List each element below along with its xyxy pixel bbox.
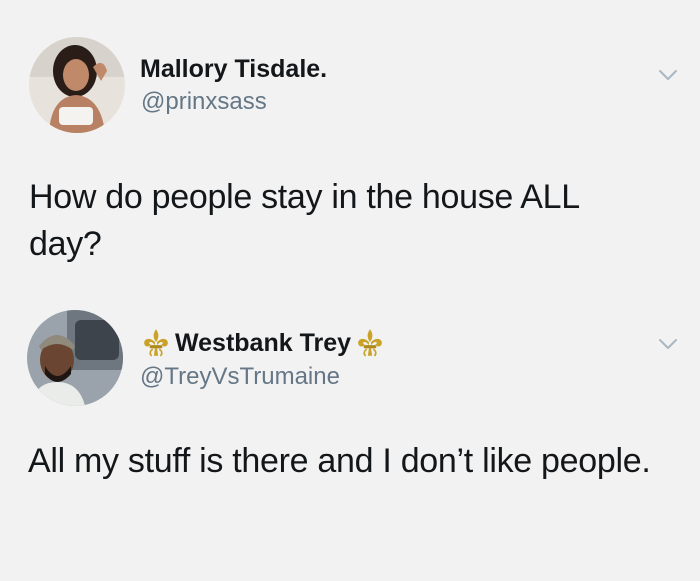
tweet: Westbank Trey @TreyVsTrumaine All my stu… — [0, 290, 700, 581]
display-name[interactable]: Westbank Trey — [175, 329, 351, 358]
profile-photo — [29, 37, 125, 133]
avatar[interactable] — [27, 310, 123, 406]
username-handle[interactable]: @TreyVsTrumaine — [140, 363, 340, 391]
display-name[interactable]: Mallory Tisdale. — [140, 55, 327, 84]
tweet-text: How do people stay in the house ALL day? — [29, 178, 579, 263]
chevron-down-icon[interactable] — [656, 63, 680, 87]
name-row: Westbank Trey — [139, 326, 387, 360]
fleur-de-lis-icon — [353, 326, 387, 360]
avatar[interactable] — [29, 37, 125, 133]
chevron-down-icon[interactable] — [656, 332, 680, 356]
tweet: Mallory Tisdale. @prinxsass How do peopl… — [0, 0, 700, 290]
profile-photo — [27, 310, 123, 406]
fleur-de-lis-icon — [139, 326, 173, 360]
username-handle[interactable]: @prinxsass — [141, 88, 267, 116]
tweet-text: All my stuff is there and I don’t like p… — [28, 442, 651, 480]
